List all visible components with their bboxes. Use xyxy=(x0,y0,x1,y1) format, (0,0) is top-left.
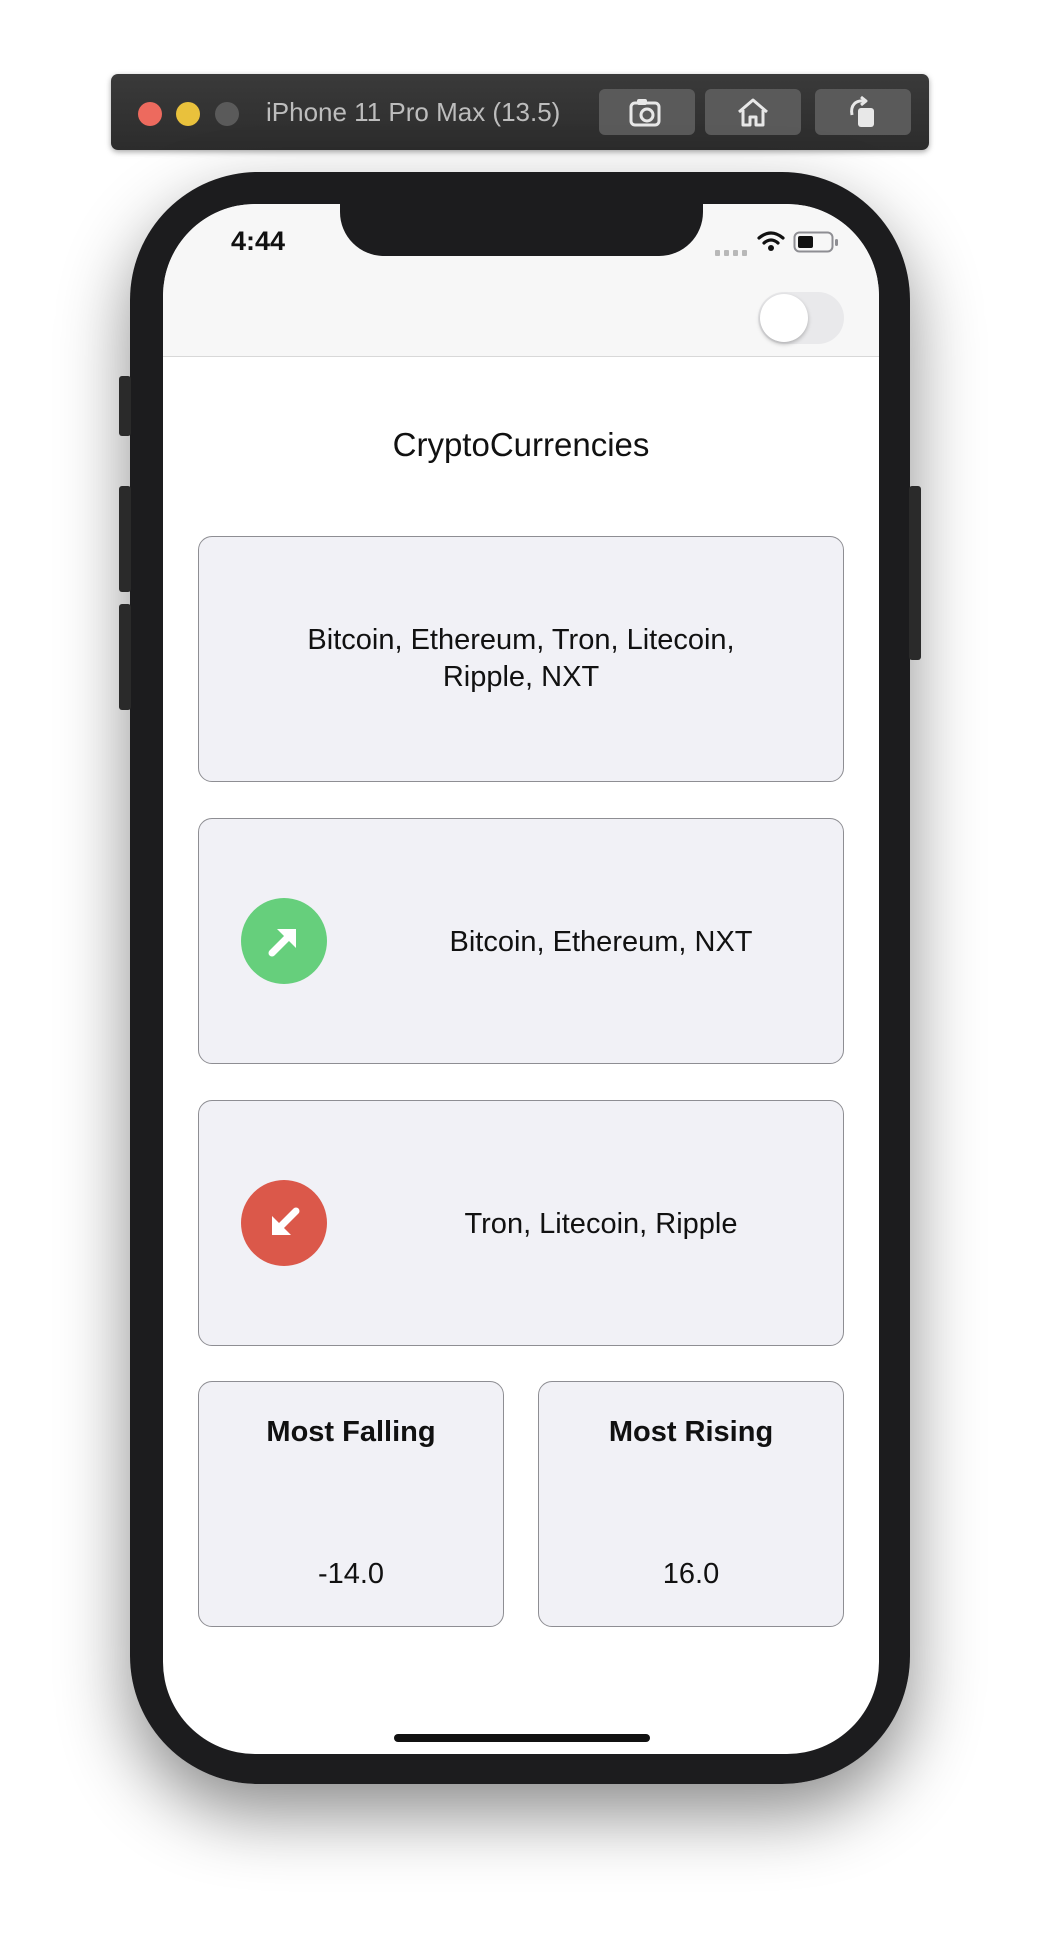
home-button[interactable] xyxy=(705,89,801,135)
screenshot-button[interactable] xyxy=(599,89,695,135)
volume-up-button xyxy=(119,486,131,592)
theme-toggle[interactable] xyxy=(758,292,844,344)
most-falling-card[interactable]: Most Falling -14.0 xyxy=(198,1381,504,1627)
all-currencies-text: Bitcoin, Ethereum, Tron, Litecoin, Rippl… xyxy=(307,624,735,693)
rising-currencies-card[interactable]: Bitcoin, Ethereum, NXT xyxy=(198,818,844,1064)
volume-down-button xyxy=(119,604,131,710)
window-title: iPhone 11 Pro Max (13.5) xyxy=(266,97,561,127)
battery-icon xyxy=(793,231,838,253)
status-time: 4:44 xyxy=(231,226,286,256)
wifi-icon xyxy=(757,231,785,251)
rising-badge xyxy=(241,898,327,984)
falling-currencies-text: Tron, Litecoin, Ripple xyxy=(464,1207,738,1240)
page-title: CryptoCurrencies xyxy=(392,426,650,463)
most-falling-value: -14.0 xyxy=(317,1558,385,1590)
simulator-title-bar: iPhone 11 Pro Max (13.5) xyxy=(111,74,929,150)
cellular-signal-icon xyxy=(715,250,747,256)
falling-badge xyxy=(241,1180,327,1266)
home-icon xyxy=(738,98,768,127)
most-rising-label: Most Rising xyxy=(608,1416,774,1448)
power-button xyxy=(909,486,921,660)
most-rising-value: 16.0 xyxy=(662,1558,720,1590)
rotate-button[interactable] xyxy=(815,89,911,135)
close-window-button[interactable] xyxy=(138,102,162,126)
toggle-knob xyxy=(760,294,808,342)
most-rising-card[interactable]: Most Rising 16.0 xyxy=(538,1381,844,1627)
arrow-up-right-icon xyxy=(268,929,296,957)
minimize-window-button[interactable] xyxy=(176,102,200,126)
silent-switch xyxy=(119,376,131,436)
all-currencies-card[interactable]: Bitcoin, Ethereum, Tron, Litecoin, Rippl… xyxy=(198,536,844,782)
home-indicator[interactable] xyxy=(394,1734,650,1742)
falling-currencies-card[interactable]: Tron, Litecoin, Ripple xyxy=(198,1100,844,1346)
zoom-window-button[interactable] xyxy=(215,102,239,126)
rotate-icon xyxy=(850,95,874,127)
arrow-down-left-icon xyxy=(272,1207,300,1235)
device-notch xyxy=(340,204,703,256)
rising-currencies-text: Bitcoin, Ethereum, NXT xyxy=(449,925,753,958)
most-falling-label: Most Falling xyxy=(266,1416,436,1448)
phone-screen: 4:44 CryptoCurrencies Bitcoin, Ethereum,… xyxy=(163,204,879,1754)
screenshot-icon xyxy=(629,99,661,127)
